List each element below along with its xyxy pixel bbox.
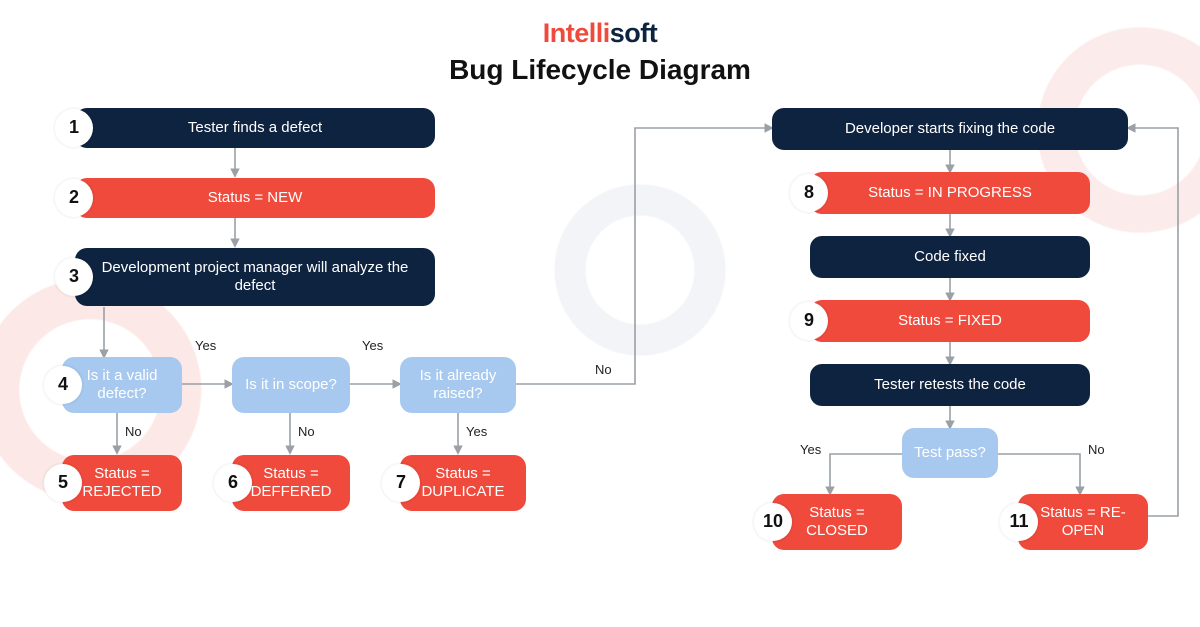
label-yes: Yes (362, 338, 383, 353)
step-1: 1 Tester finds a defect (75, 108, 435, 148)
step-3: 3 Development project manager will analy… (75, 248, 435, 306)
label-yes: Yes (800, 442, 821, 457)
step-retest-text: Tester retests the code (874, 376, 1026, 394)
label-yes: Yes (195, 338, 216, 353)
step-dev-start: Developer starts fixing the code (772, 108, 1128, 150)
step-10-badge: 10 (754, 503, 792, 541)
label-no: No (125, 424, 142, 439)
step-2-text: Status = NEW (208, 189, 303, 207)
step-3-text: Development project manager will analyze… (87, 259, 423, 295)
step-6b-badge: 6 (214, 464, 252, 502)
decision-scope: Is it in scope? (232, 357, 350, 413)
step-9: 9 Status = FIXED (810, 300, 1090, 342)
step-5: 5 Status = REJECTED (62, 455, 182, 511)
step-dev-start-text: Developer starts fixing the code (845, 120, 1055, 138)
label-no: No (595, 362, 612, 377)
step-8-text: Status = IN PROGRESS (868, 184, 1032, 202)
label-yes: Yes (466, 424, 487, 439)
step-1-badge: 1 (55, 109, 93, 147)
step-8-badge: 8 (790, 174, 828, 212)
step-1-text: Tester finds a defect (188, 119, 322, 137)
step-retest: Tester retests the code (810, 364, 1090, 406)
decision-raised: Is it already raised? (400, 357, 516, 413)
label-no: No (1088, 442, 1105, 457)
decision-scope-text: Is it in scope? (245, 376, 337, 394)
step-6b-text: Status = DEFFERED (244, 465, 338, 501)
step-4-badge: 4 (44, 366, 82, 404)
step-9-text: Status = FIXED (898, 312, 1002, 330)
decision-valid-text: Is it a valid defect? (74, 367, 170, 403)
step-10-text: Status = CLOSED (784, 504, 890, 540)
step-5-text: Status = REJECTED (74, 465, 170, 501)
decision-valid: 4 Is it a valid defect? (62, 357, 182, 413)
step-7-badge: 7 (382, 464, 420, 502)
step-11-badge: 11 (1000, 503, 1038, 541)
step-2-badge: 2 (55, 179, 93, 217)
decision-test-pass-text: Test pass? (914, 444, 986, 462)
step-code-fixed: Code fixed (810, 236, 1090, 278)
step-11-text: Status = RE-OPEN (1030, 504, 1136, 540)
step-7: 7 Status = DUPLICATE (400, 455, 526, 511)
decision-raised-text: Is it already raised? (412, 367, 504, 403)
step-2: 2 Status = NEW (75, 178, 435, 218)
step-code-fixed-text: Code fixed (914, 248, 986, 266)
step-11: 11 Status = RE-OPEN (1018, 494, 1148, 550)
step-7-text: Status = DUPLICATE (412, 465, 514, 501)
step-9-badge: 9 (790, 302, 828, 340)
label-no: No (298, 424, 315, 439)
step-3-badge: 3 (55, 258, 93, 296)
step-5-badge: 5 (44, 464, 82, 502)
step-8: 8 Status = IN PROGRESS (810, 172, 1090, 214)
step-6b: 6 Status = DEFFERED (232, 455, 350, 511)
decision-test-pass: Test pass? (902, 428, 998, 478)
diagram-canvas: 1 Tester finds a defect 2 Status = NEW 3… (0, 0, 1200, 627)
step-10: 10 Status = CLOSED (772, 494, 902, 550)
